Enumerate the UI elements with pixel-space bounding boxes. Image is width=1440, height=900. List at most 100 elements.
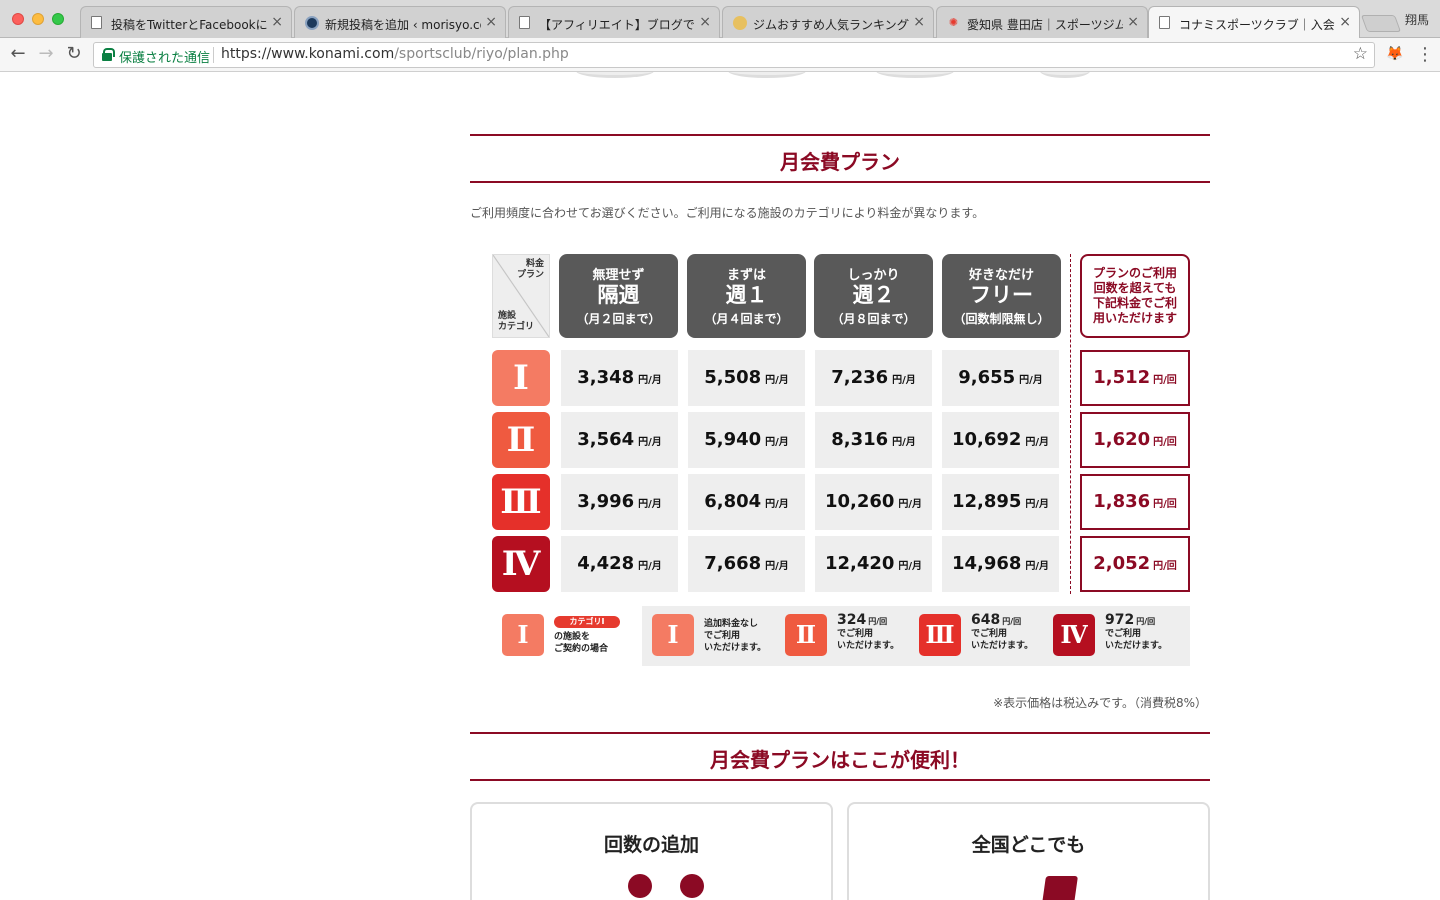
extra-price-unit: 円/回 [1153,437,1177,448]
category-image-fragment [728,72,806,78]
extra-usage-header: プランのご利用回数を超えても下記料金でご利用いただけます [1080,254,1190,338]
bookmark-star-icon[interactable]: ☆ [1353,44,1368,64]
price-unit: 円/月 [765,561,789,572]
address-bar[interactable]: 保護された通信 https://www.konami.com/sportsclu… [93,42,1375,68]
price-unit: 円/月 [892,375,916,386]
close-tab-icon[interactable]: × [913,14,925,30]
browser-tab-2[interactable]: 【アフィリエイト】ブログで月 × [508,6,720,38]
price-unit: 円/月 [1025,437,1050,448]
plan-intro-text: ご利用頻度に合わせてお選びください。ご利用になる施設のカテゴリにより料金が異なり… [470,206,985,220]
reload-icon[interactable]: ↻ [62,43,86,64]
browser-tab-1[interactable]: 新規投稿を追加 ‹ morisyo.com × [294,6,506,38]
price-cell: 9,655 円/月 [942,350,1059,406]
extra-price-value: 1,512 [1093,367,1151,388]
section-title-benefits: 月会費プランはここが便利！ [710,748,970,772]
price-unit: 円/月 [765,375,789,386]
close-tab-icon[interactable]: × [271,14,283,30]
price-cell: 8,316 円/月 [815,412,932,468]
address-separator [213,47,214,63]
close-tab-icon[interactable]: × [699,14,711,30]
category-badge: Ⅰ [492,350,550,406]
price-cell: 10,692 円/月 [942,412,1059,468]
browser-tab-3[interactable]: ジムおすすめ人気ランキングTO × [722,6,934,38]
card-title: 全国どこでも [971,834,1086,856]
price-cell: 3,564 円/月 [561,412,678,468]
extension-fox-icon[interactable]: 🦊 [1386,46,1403,62]
close-window-button[interactable] [12,13,24,25]
close-tab-icon[interactable]: × [1339,14,1351,30]
url-path: /sportsclub/riyo/plan.php [394,46,569,62]
surcharge-note: でご利用 いただけます。 [971,629,1034,651]
price-value: 12,895 [951,491,1022,512]
category-image-fragment [1040,72,1090,78]
back-arrow-icon[interactable]: ← [6,43,30,64]
surcharge-note: でご利用 いただけます。 [1105,629,1168,651]
surcharge-unit: 円/回 [1136,617,1156,626]
plan-name: 週２ [852,283,895,307]
plan-name: 週１ [725,283,768,307]
price-unit: 円/月 [1025,499,1050,510]
category-image-fragment [576,72,654,78]
legend-surcharge-text: 972 円/回でご利用 いただけます。 [1105,612,1168,652]
plan-note: （回数制限無し） [953,312,1050,326]
extra-price-cell: 1,836 円/回 [1080,474,1190,530]
surcharge-price: 972 [1105,612,1135,628]
plan-name: 隔週 [597,283,640,307]
section-divider [470,181,1210,183]
card-title: 回数の追加 [603,834,699,856]
close-tab-icon[interactable]: × [485,14,497,30]
maximize-window-button[interactable] [52,13,64,25]
profile-name[interactable]: 翔馬 [1405,11,1429,28]
section-divider [470,134,1210,136]
plan-name: フリー [970,283,1033,307]
price-value: 9,655 [958,367,1016,388]
plan-subtitle: 無理せず [592,268,645,283]
section-title-monthly-plan: 月会費プラン [780,150,900,174]
category-pill: カテゴリⅠ [554,616,620,628]
legend-surcharge-text: 648 円/回でご利用 いただけます。 [971,612,1034,652]
price-value: 7,668 [704,553,762,574]
price-cell: 7,236 円/月 [815,350,932,406]
price-value: 5,508 [704,367,762,388]
close-tab-icon[interactable]: × [1127,14,1139,30]
category-badge: Ⅱ [492,412,550,468]
legend-contract-box: Ⅰ カテゴリⅠ の施設を ご契約の場合 [492,606,638,666]
price-cell: 14,968 円/月 [942,536,1059,592]
price-unit: 円/月 [765,437,789,448]
price-cell: 12,420 円/月 [815,536,932,592]
price-value: 8,316 [831,429,889,450]
surcharge-price: 648 [971,612,1001,628]
tab-title: コナミスポーツクラブ｜入会案内 [1179,18,1335,32]
plan-header-biweekly: 無理せず 隔週 （月２回まで） [559,254,678,338]
tab-title: 新規投稿を追加 ‹ morisyo.com [325,18,481,32]
table-corner-cell: 料金 プラン 施設 カテゴリ [492,254,550,338]
surcharge-unit: 円/回 [1002,617,1022,626]
price-cell: 3,996 円/月 [561,474,678,530]
price-value: 4,428 [577,553,635,574]
tab-title: 愛知県 豊田店｜スポーツジム、 [967,18,1123,32]
category-image-fragment [876,72,954,78]
price-value: 5,940 [704,429,762,450]
corner-plan-label: 料金 プラン [516,259,544,280]
dashed-divider [1070,254,1071,594]
price-value: 14,968 [951,553,1022,574]
secure-connection-label: 保護された通信 [119,51,211,66]
category-badge: Ⅲ [919,614,961,656]
browser-tab-5[interactable]: コナミスポーツクラブ｜入会案内 × [1148,6,1360,39]
legend-surcharge-box: Ⅰ 追加料金なし でご利用 いただけます。 Ⅱ 324 円/回 でご利用 いただけます。 Ⅲ 6… [642,606,1190,666]
browser-menu-icon[interactable]: ⋮ [1416,44,1434,65]
price-cell: 5,940 円/月 [688,412,805,468]
browser-tab-0[interactable]: 投稿をTwitterとFacebookに自動 × [80,6,292,38]
price-unit: 円/月 [1025,561,1050,572]
new-tab-button[interactable] [1360,15,1402,32]
minimize-window-button[interactable] [32,13,44,25]
price-cell: 5,508 円/月 [688,350,805,406]
surcharge-price: 324 [837,612,867,628]
price-unit: 円/月 [638,437,662,448]
extra-price-value: 1,836 [1093,491,1151,512]
browser-tab-4[interactable]: ✺ 愛知県 豊田店｜スポーツジム、 × [936,6,1148,38]
extra-price-unit: 円/回 [1153,375,1177,386]
extra-price-unit: 円/回 [1153,561,1177,572]
forward-arrow-icon[interactable]: → [34,43,58,64]
price-value: 3,996 [577,491,635,512]
